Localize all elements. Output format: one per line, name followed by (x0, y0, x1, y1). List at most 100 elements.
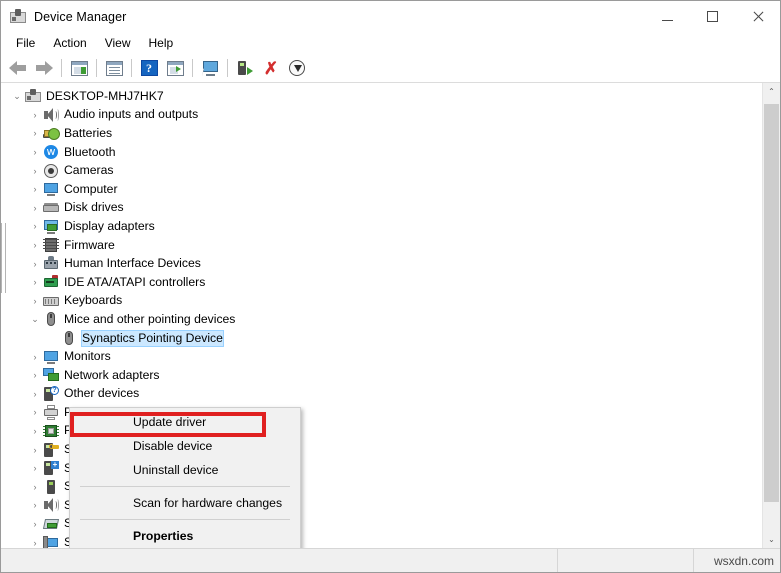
toolbar-separator (192, 59, 193, 77)
tree-row[interactable]: › Batteries (1, 124, 762, 143)
chevron-right-icon[interactable]: › (27, 389, 43, 399)
chevron-right-icon[interactable]: › (27, 370, 43, 380)
minimize-button[interactable] (645, 1, 690, 32)
show-hide-console-tree-icon[interactable] (66, 56, 92, 80)
chevron-right-icon[interactable]: › (27, 259, 43, 269)
tree-row-label: Keyboards (64, 293, 123, 308)
tree-row-label: Batteries (64, 125, 113, 140)
menu-file[interactable]: File (7, 34, 44, 52)
tree-row-label: Cameras (64, 163, 114, 178)
context-menu-item-update-driver[interactable]: Update driver (70, 410, 300, 434)
scroll-up-button[interactable]: ⌃ (763, 83, 780, 100)
tree-row[interactable]: › Keyboards (1, 292, 762, 311)
menu-bar: File Action View Help (1, 32, 780, 54)
tree-row-label: Other devices (64, 386, 140, 401)
chevron-right-icon[interactable]: › (27, 277, 43, 287)
chevron-right-icon[interactable]: › (27, 203, 43, 213)
status-panel-main (1, 549, 558, 572)
disable-device-icon[interactable] (284, 56, 310, 80)
context-menu-item-disable-device[interactable]: Disable device (70, 434, 300, 458)
chevron-right-icon[interactable]: › (27, 184, 43, 194)
chevron-down-icon[interactable]: ⌄ (27, 314, 43, 325)
tree-row-label: Computer (64, 181, 118, 196)
tree-row[interactable]: › IDE ATA/ATAPI controllers (1, 273, 762, 292)
chevron-right-icon[interactable]: › (27, 500, 43, 510)
tree-row[interactable]: › Human Interface Devices (1, 254, 762, 273)
context-menu-item-uninstall-device[interactable]: Uninstall device (70, 458, 300, 482)
help-icon[interactable]: ? (136, 56, 162, 80)
mouse-icon (43, 311, 59, 327)
update-driver-software-icon[interactable] (232, 56, 258, 80)
chevron-right-icon[interactable]: › (27, 538, 43, 548)
close-button[interactable] (735, 1, 780, 32)
disk-drive-icon (43, 200, 59, 216)
context-menu-item-properties[interactable]: Properties (70, 524, 300, 548)
chevron-right-icon[interactable]: › (27, 166, 43, 176)
show-hide-action-pane-icon[interactable] (162, 56, 188, 80)
printer-icon (43, 404, 59, 421)
tree-row[interactable]: › Network adapters (1, 366, 762, 385)
tree-row[interactable]: › Firmware (1, 236, 762, 255)
tree-row[interactable]: Synaptics Pointing Device (1, 329, 762, 348)
chevron-right-icon[interactable]: › (27, 221, 43, 231)
keyboard-icon (43, 293, 59, 309)
vertical-scrollbar[interactable]: ⌃ ⌄ (762, 83, 780, 548)
tree-row-label: Display adapters (64, 218, 155, 233)
back-arrow-icon[interactable] (5, 56, 31, 80)
title-bar: Device Manager (1, 1, 780, 32)
context-menu-separator (80, 486, 290, 487)
scrollbar-thumb[interactable] (764, 104, 779, 502)
window-title: Device Manager (34, 9, 127, 24)
chevron-right-icon[interactable]: › (27, 519, 43, 529)
forward-arrow-icon[interactable] (31, 56, 57, 80)
tree-row[interactable]: › Display adapters (1, 217, 762, 236)
context-menu-item-scan-for-hardware-changes[interactable]: Scan for hardware changes (70, 491, 300, 515)
content-area: ⌄ DESKTOP-MHJ7HK7 › Audio inputs and out… (1, 83, 780, 548)
chevron-right-icon[interactable]: › (27, 352, 43, 362)
software-component-icon: + (43, 460, 59, 476)
chevron-right-icon[interactable]: › (27, 445, 43, 455)
camera-icon (43, 163, 59, 179)
tree-row[interactable]: › Monitors (1, 347, 762, 366)
security-device-icon (43, 442, 59, 458)
uninstall-device-icon[interactable]: ✗ (258, 56, 284, 80)
menu-help[interactable]: Help (140, 34, 183, 52)
computer-icon (25, 88, 41, 104)
maximize-button[interactable] (690, 1, 735, 32)
device-tree[interactable]: ⌄ DESKTOP-MHJ7HK7 › Audio inputs and out… (1, 83, 762, 548)
chevron-right-icon[interactable]: › (27, 128, 43, 138)
chevron-right-icon[interactable]: › (27, 407, 43, 417)
tree-row[interactable]: › Audio inputs and outputs (1, 106, 762, 125)
chevron-right-icon[interactable]: › (27, 110, 43, 120)
menu-view[interactable]: View (96, 34, 140, 52)
menu-action[interactable]: Action (44, 34, 95, 52)
chevron-right-icon[interactable]: › (27, 296, 43, 306)
window-controls (645, 1, 780, 32)
scan-for-hardware-changes-icon[interactable] (197, 56, 223, 80)
tree-row-label: Disk drives (64, 200, 124, 215)
scroll-down-button[interactable]: ⌄ (763, 531, 780, 548)
chevron-right-icon[interactable]: › (27, 482, 43, 492)
chevron-right-icon[interactable]: › (27, 240, 43, 250)
tree-row[interactable]: ⌄ Mice and other pointing devices (1, 310, 762, 329)
tree-row[interactable]: ⌄ DESKTOP-MHJ7HK7 (1, 87, 762, 106)
tree-row[interactable]: › w Bluetooth (1, 143, 762, 162)
tree-row[interactable]: › Cameras (1, 161, 762, 180)
chevron-down-icon[interactable]: ⌄ (9, 91, 25, 102)
properties-window-icon[interactable] (101, 56, 127, 80)
tree-row-label: Mice and other pointing devices (64, 311, 236, 326)
chevron-right-icon[interactable]: › (27, 426, 43, 436)
system-device-icon (43, 535, 59, 548)
tree-row[interactable]: › Disk drives (1, 199, 762, 218)
tree-row[interactable]: › Computer (1, 180, 762, 199)
scrollbar-track[interactable] (763, 100, 780, 531)
tree-row[interactable]: › ? Other devices (1, 385, 762, 404)
tree-row-label: Synaptics Pointing Device (81, 329, 224, 347)
speaker-icon (43, 497, 59, 513)
chevron-right-icon[interactable]: › (27, 147, 43, 157)
context-menu: Update driver Disable device Uninstall d… (69, 407, 301, 548)
tree-row-label: Bluetooth (64, 144, 116, 159)
toolbar-separator (61, 59, 62, 77)
tree-row-label: Network adapters (64, 367, 160, 382)
chevron-right-icon[interactable]: › (27, 463, 43, 473)
